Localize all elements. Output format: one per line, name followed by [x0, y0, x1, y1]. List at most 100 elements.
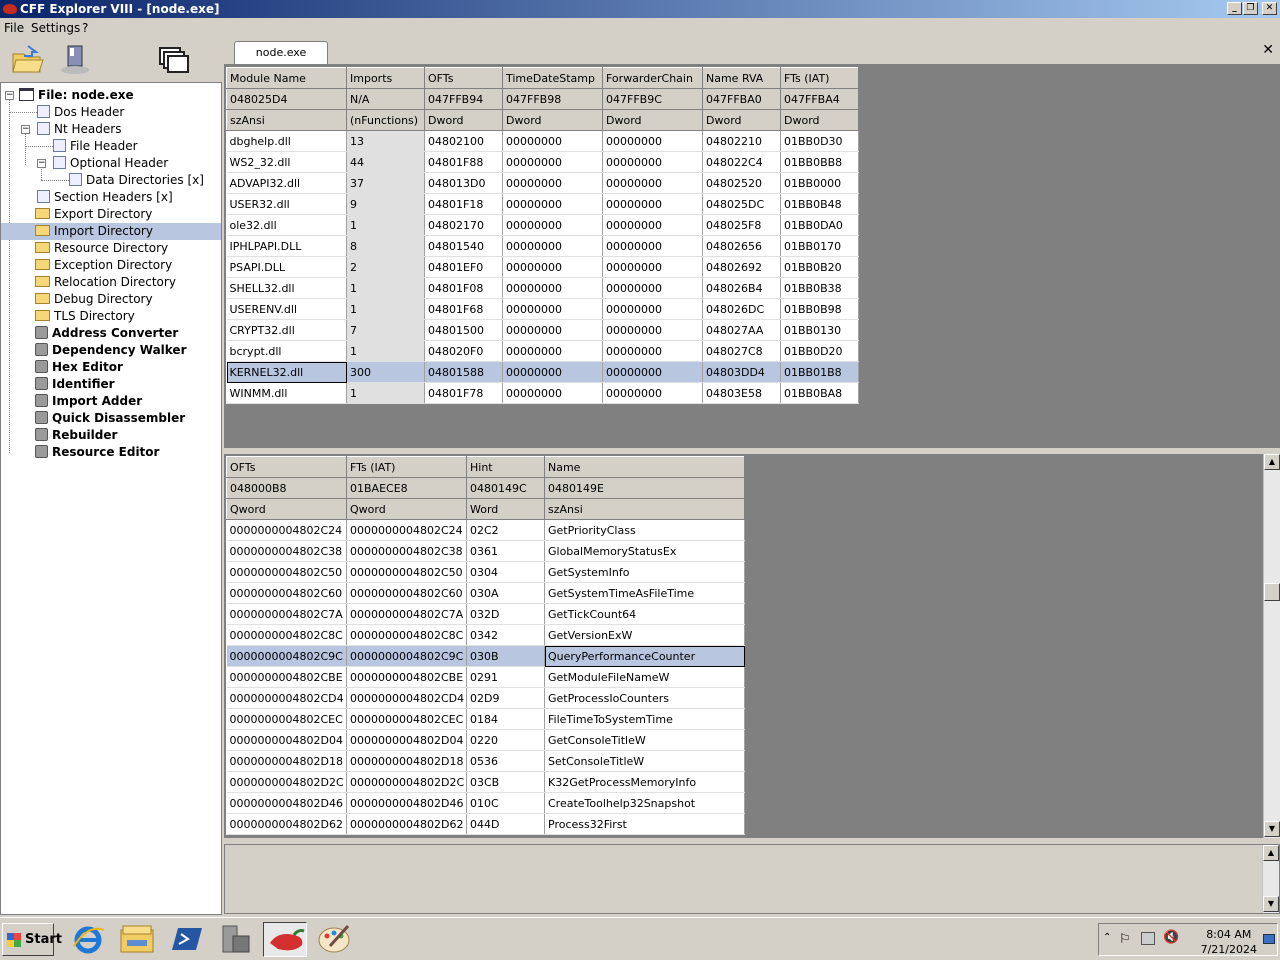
table-cell[interactable]: ole32.dll — [226, 214, 347, 236]
table-cell[interactable]: KERNEL32.dll — [226, 361, 347, 383]
table-cell[interactable]: 00000000 — [502, 214, 603, 236]
table-cell[interactable]: GetSystemTimeAsFileTime — [544, 582, 745, 604]
table-cell[interactable]: 00000000 — [602, 361, 703, 383]
table-cell[interactable]: 048027AA — [702, 319, 781, 341]
table-cell[interactable]: 0000000004802CD4 — [346, 687, 467, 709]
column-types-cell[interactable]: Dword — [502, 109, 603, 131]
table-cell[interactable]: 04802692 — [702, 256, 781, 278]
column-headers-cell[interactable]: Name RVA — [702, 67, 781, 89]
table-cell[interactable]: 0000000004802C60 — [226, 582, 347, 604]
table-row[interactable]: 0000000004802CBE 0000000004802CBE 0291 GetM… — [226, 666, 745, 688]
table-cell[interactable]: 0000000004802C7A — [346, 603, 467, 625]
table-cell[interactable]: 01BB0DA0 — [780, 214, 859, 236]
table-cell[interactable]: 0000000004802D46 — [346, 792, 467, 814]
column-offsets-cell[interactable]: 047FFB94 — [424, 88, 503, 110]
table-cell[interactable]: SetConsoleTitleW — [544, 750, 745, 772]
tree-item-file-header[interactable]: File Header — [53, 138, 138, 155]
table-cell[interactable]: 048026DC — [702, 298, 781, 320]
table-cell[interactable]: 300 — [346, 361, 425, 383]
column-offsets-cell[interactable]: 047FFB98 — [502, 88, 603, 110]
table-cell[interactable]: 0536 — [466, 750, 545, 772]
table-cell[interactable]: 01BB0B98 — [780, 298, 859, 320]
collapse-nt-toggle[interactable]: − — [21, 125, 30, 134]
table-cell[interactable]: 048026B4 — [702, 277, 781, 299]
table-cell[interactable]: 00000000 — [502, 319, 603, 341]
table-row[interactable]: 0000000004802D62 0000000004802D62 044D Proc… — [226, 813, 745, 835]
table-row[interactable]: KERNEL32.dll 300 04801588 00000000 00000000 0… — [226, 361, 859, 383]
column-headers-cell[interactable]: Name — [544, 456, 745, 478]
table-cell[interactable]: 0361 — [466, 540, 545, 562]
table-row[interactable]: USER32.dll 9 04801F18 00000000 00000000 04802… — [226, 193, 859, 215]
table-cell[interactable]: 048025DC — [702, 193, 781, 215]
tree-item-hex-editor[interactable]: Hex Editor — [35, 359, 123, 376]
powershell-icon[interactable] — [164, 922, 208, 957]
table-cell[interactable]: 00000000 — [602, 256, 703, 278]
table-cell[interactable]: 00000000 — [502, 130, 603, 152]
table-cell[interactable]: 00000000 — [502, 256, 603, 278]
table-cell[interactable]: 00000000 — [602, 151, 703, 173]
table-cell[interactable]: 01BB0D30 — [780, 130, 859, 152]
table-cell[interactable]: 44 — [346, 151, 425, 173]
tree-item-dos-header[interactable]: Dos Header — [37, 104, 124, 121]
table-cell[interactable]: 00000000 — [502, 298, 603, 320]
table-cell[interactable]: 1 — [346, 340, 425, 362]
table-cell[interactable]: 030A — [466, 582, 545, 604]
table-cell[interactable]: 0000000004802D62 — [226, 813, 347, 835]
table-row[interactable]: 0000000004802C9C 0000000004802C9C 030B Quer… — [226, 645, 745, 667]
explorer-icon[interactable] — [115, 922, 159, 957]
column-offsets-cell[interactable]: 048000B8 — [226, 477, 347, 499]
table-cell[interactable]: GetTickCount64 — [544, 603, 745, 625]
table-cell[interactable]: 0000000004802C60 — [346, 582, 467, 604]
details-scrollbar[interactable]: ▲ ▼ — [1262, 845, 1279, 913]
table-cell[interactable]: 0184 — [466, 708, 545, 730]
table-row[interactable]: 0000000004802C24 0000000004802C24 02C2 GetP… — [226, 519, 745, 541]
tree-item-rebuilder[interactable]: Rebuilder — [35, 427, 117, 444]
table-row[interactable]: WINMM.dll 1 04801F78 00000000 00000000 04803E… — [226, 382, 859, 404]
start-button[interactable]: Start — [2, 923, 62, 956]
table-row[interactable]: 0000000004802D2C 0000000004802D2C 03CB K32G… — [226, 771, 745, 793]
table-cell[interactable]: 37 — [346, 172, 425, 194]
cff-explorer-icon[interactable] — [263, 922, 307, 957]
action-center-flag-icon[interactable]: ⚐ — [1119, 932, 1131, 947]
column-headers-cell[interactable]: Module Name — [226, 67, 347, 89]
close-button[interactable]: ✕ — [1262, 2, 1277, 15]
close-tab-icon[interactable]: ✕ — [1262, 42, 1274, 58]
table-cell[interactable]: 01BB0130 — [780, 319, 859, 341]
column-offsets-cell[interactable]: 047FFBA0 — [702, 88, 781, 110]
tree-item-nt-headers[interactable]: Nt Headers — [37, 121, 121, 138]
table-cell[interactable]: 04802170 — [424, 214, 503, 236]
tree-item-tls-directory[interactable]: TLS Directory — [35, 308, 135, 325]
menu-file[interactable]: File — [4, 21, 24, 35]
functions-scrollbar[interactable]: ▲ ▼ — [1263, 454, 1280, 838]
table-cell[interactable]: 9 — [346, 193, 425, 215]
table-cell[interactable]: 0000000004802D04 — [346, 729, 467, 751]
column-types-cell[interactable]: Word — [466, 498, 545, 520]
volume-muted-icon[interactable]: 🔇 — [1163, 930, 1179, 945]
table-cell[interactable]: 04802520 — [702, 172, 781, 194]
table-cell[interactable]: 7 — [346, 319, 425, 341]
column-offsets-cell[interactable]: 047FFB9C — [602, 88, 703, 110]
network-icon[interactable] — [1141, 932, 1155, 945]
table-row[interactable]: 0000000004802CD4 0000000004802CD4 02D9 GetP… — [226, 687, 745, 709]
column-offsets-cell[interactable]: 0480149E — [544, 477, 745, 499]
table-cell[interactable]: 0342 — [466, 624, 545, 646]
table-cell[interactable]: 04801EF0 — [424, 256, 503, 278]
table-row[interactable]: 0000000004802C60 0000000004802C60 030A GetS… — [226, 582, 745, 604]
table-cell[interactable]: 0291 — [466, 666, 545, 688]
table-row[interactable]: 0000000004802D18 0000000004802D18 0536 SetC… — [226, 750, 745, 772]
show-hidden-icons-icon[interactable]: ⌃ — [1103, 932, 1111, 943]
column-types-cell[interactable]: Dword — [424, 109, 503, 131]
table-cell[interactable]: 0000000004802C8C — [346, 624, 467, 646]
table-cell[interactable]: 0000000004802D62 — [346, 813, 467, 835]
tree-item-debug-directory[interactable]: Debug Directory — [35, 291, 153, 308]
column-headers-cell[interactable]: OFTs — [424, 67, 503, 89]
table-row[interactable]: 0000000004802D46 0000000004802D46 010C Crea… — [226, 792, 745, 814]
column-types-cell[interactable]: szAnsi — [544, 498, 745, 520]
column-types-cell[interactable]: Qword — [226, 498, 347, 520]
table-cell[interactable]: 00000000 — [602, 235, 703, 257]
table-cell[interactable]: GetConsoleTitleW — [544, 729, 745, 751]
column-offsets-cell[interactable]: 048025D4 — [226, 88, 347, 110]
table-row[interactable]: 0000000004802C38 0000000004802C38 0361 Glob… — [226, 540, 745, 562]
column-headers-cell[interactable]: ForwarderChain — [602, 67, 703, 89]
scroll-up-button[interactable]: ▲ — [1264, 454, 1280, 470]
